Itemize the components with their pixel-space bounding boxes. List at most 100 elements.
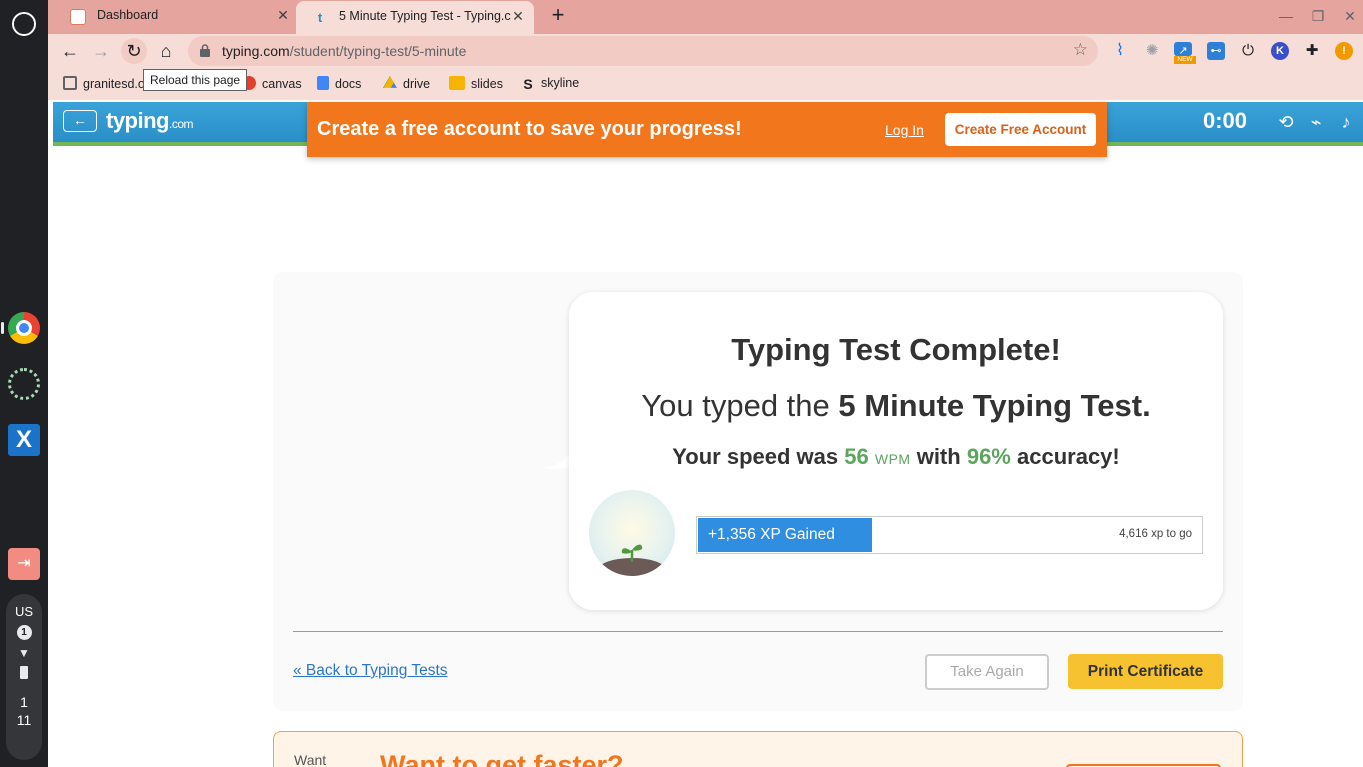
bookmark-label: granitesd.o [83,77,145,91]
chrome-app-icon[interactable] [8,312,40,344]
test-timer: 0:00 [1203,108,1248,133]
clock: 1 11 [6,693,42,729]
bookmark-label: skyline [541,76,580,90]
bookmark-label: drive [403,77,431,91]
back-arrow-icon[interactable]: ← [57,38,83,64]
xp-progress-fill: +1,356 XP Gained [698,518,872,552]
bookmark-docs[interactable]: docs [317,76,361,91]
wpm-value: 56 [844,444,869,469]
new-badge: NEW [1174,56,1196,64]
new-extension-icon[interactable]: ↗ [1174,42,1192,57]
wpm-unit: WPM [874,451,911,467]
volume-icon[interactable]: ♪ [1335,111,1357,133]
tab-strip: Dashboard ✕ t 5 Minute Typing Test - Typ… [48,0,1363,34]
folder-icon [63,76,77,90]
speed-prefix: Your speed was [672,444,839,469]
launcher-button[interactable] [12,12,36,36]
tab-title: 5 Minute Typing Test - Typing.com [339,9,511,23]
logo-main: typing [106,108,170,133]
browser-toolbar: ← → ↻ ⌂ typing.com/student/typing-test/5… [48,34,1363,68]
speed-mid: with [916,444,961,469]
battery-icon [20,666,28,679]
tab-typing-test[interactable]: t 5 Minute Typing Test - Typing.com ✕ [296,1,534,34]
get-faster-promo: Want Want to get faster? [273,731,1243,767]
canvas-favicon-icon [70,9,86,25]
notification-count: 1 [16,625,32,640]
new-tab-icon[interactable]: + [546,4,570,28]
alert-profile-icon[interactable]: ! [1335,42,1353,60]
url-host: typing.com [222,43,290,59]
lock-icon [200,44,210,57]
exit-arrow-icon[interactable]: ← [63,110,97,132]
close-tab-icon[interactable]: ✕ [510,8,526,24]
home-icon[interactable]: ⌂ [153,38,179,64]
broom-extension-icon[interactable]: ⌇ [1111,42,1129,60]
reload-icon[interactable]: ↻ [121,38,147,64]
url-path: /student/typing-test/5-minute [289,43,467,59]
close-tab-icon[interactable]: ✕ [275,7,291,23]
sprout-avatar [589,490,675,576]
drive-icon [383,76,397,88]
url-text: typing.com/student/typing-test/5-minute [222,43,466,59]
promo-message: Create a free account to save your progr… [317,118,742,140]
bookmark-granitesd[interactable]: granitesd.o [63,76,145,91]
clock-hour: 1 [20,694,28,710]
signup-promo-banner: Create a free account to save your progr… [307,102,1107,157]
skyline-icon: S [523,76,533,92]
exit-app-icon[interactable]: ⇥ [8,548,40,580]
bookmark-skyline[interactable]: Sskyline [521,76,579,91]
chromeos-shelf: X ⇥ US 1 ▼ 1 11 [0,0,48,767]
logo-suffix: .com [169,117,194,131]
accuracy-value: 96% [966,444,1011,469]
bookmark-star-icon[interactable]: ☆ [1073,40,1088,60]
back-to-tests-link[interactable]: « Back to Typing Tests [293,662,448,680]
puzzle-extensions-icon[interactable]: ✚ [1303,42,1321,60]
bookmark-slides[interactable]: slides [449,76,503,91]
power-extension-icon[interactable]: ⏻ [1239,42,1257,60]
typed-prefix: You typed the [641,388,830,423]
speed-summary: Your speed was 56 WPM with 96% accuracy! [569,444,1223,470]
completion-title: Typing Test Complete! [731,332,1061,367]
chart-off-icon[interactable]: ⌁ [1305,111,1327,133]
print-certificate-button[interactable]: Print Certificate [1068,654,1223,689]
typing-favicon-icon: t [317,10,323,25]
actions-divider [293,631,1223,632]
running-indicator [1,322,4,334]
close-window-icon[interactable]: ✕ [1340,6,1360,26]
result-bubble: Typing Test Complete! You typed the 5 Mi… [569,292,1223,610]
x-app-icon[interactable]: X [8,424,40,456]
get-faster-title: Want to get faster? [380,750,624,767]
typed-test-name: 5 Minute Typing Test. [838,388,1151,423]
login-link[interactable]: Log In [885,122,924,138]
forward-arrow-icon[interactable]: → [88,38,114,64]
loader-app-icon[interactable] [8,368,40,400]
results-card: Typing Test Complete! You typed the 5 Mi… [273,272,1243,711]
tab-dashboard[interactable]: Dashboard ✕ [54,0,299,32]
loading-extension-icon[interactable]: ✺ [1143,42,1161,60]
bookmark-drive[interactable]: drive [383,76,430,91]
wifi-icon: ▼ [18,646,30,660]
bookmark-label: docs [335,77,362,91]
broken-image-alt: Want [294,752,327,767]
key-extension-icon[interactable]: ⊷ [1207,42,1225,60]
xp-progress-bar: +1,356 XP Gained 4,616 xp to go [696,516,1203,554]
typing-logo[interactable]: typing.com [106,108,194,134]
take-again-button[interactable]: Take Again [925,654,1049,690]
reload-tooltip: Reload this page [143,69,248,91]
history-icon[interactable]: ⟲ [1275,111,1297,133]
status-tray[interactable]: US 1 ▼ 1 11 [6,594,42,760]
bookmark-canvas[interactable]: canvas [242,76,302,91]
minimize-icon[interactable]: — [1276,6,1296,26]
address-bar[interactable]: typing.com/student/typing-test/5-minute … [188,36,1098,66]
create-account-button[interactable]: Create Free Account [945,113,1096,146]
clock-minute: 11 [16,712,32,728]
restore-icon[interactable]: ❐ [1308,6,1328,26]
tab-title: Dashboard [97,8,159,22]
bookmark-label: slides [471,77,503,91]
k-extension-icon[interactable]: K [1271,42,1289,60]
input-language: US [14,604,34,619]
page-content: ← typing.com 0:00 ⟲ ⌁ ♪ Create a free ac… [48,100,1363,767]
bookmark-label: canvas [262,77,302,91]
docs-icon [317,76,329,90]
sprout-icon [598,544,666,576]
